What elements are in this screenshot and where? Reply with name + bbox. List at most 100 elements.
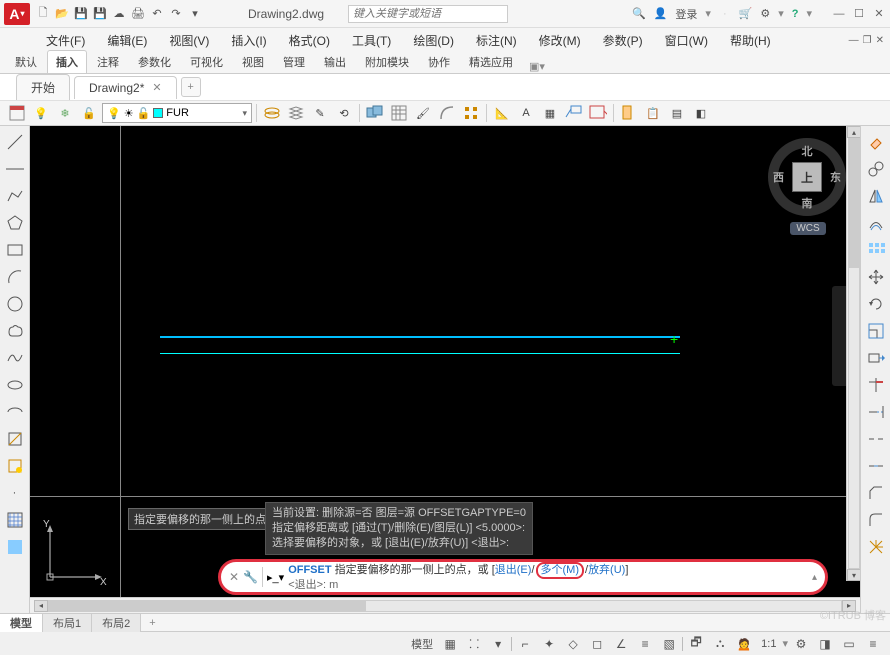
menu-edit[interactable]: 编辑(E) [97,30,157,51]
customize-status-icon[interactable]: ≡ [862,635,884,653]
file-tab-start[interactable]: 开始 [16,74,70,100]
doc-restore-icon[interactable]: ❐ [863,35,872,46]
dim-icon[interactable]: 📐 [491,102,513,124]
mirror-tool-icon[interactable] [864,184,888,208]
lwt-toggle-icon[interactable]: ≡ [634,635,656,653]
make-block-icon[interactable] [3,454,27,478]
grip-icon[interactable] [460,102,482,124]
text-icon[interactable]: A [515,102,537,124]
stretch-tool-icon[interactable] [864,346,888,370]
leader-icon[interactable] [563,102,585,124]
open-file-icon[interactable]: 📂 [53,5,71,23]
circle-tool-icon[interactable] [3,292,27,316]
ws-switch-icon[interactable]: ⚙ [790,635,812,653]
hatch-tool-icon[interactable] [3,508,27,532]
infer-toggle-icon[interactable]: ▾ [487,635,509,653]
palette-icon[interactable] [618,102,640,124]
layer-match-icon[interactable]: ✎ [309,102,331,124]
cart-icon[interactable]: 🛒 [739,7,753,20]
offset-tool-icon[interactable] [864,211,888,235]
menu-param[interactable]: 参数(P) [593,30,653,51]
ribbon-tab-manage[interactable]: 管理 [274,50,314,73]
search-input[interactable] [348,5,508,23]
layout-tab-add-icon[interactable]: + [141,616,163,630]
redo-icon[interactable]: ↷ [167,5,185,23]
new-file-icon[interactable]: 🗋 [34,5,52,23]
erase-tool-icon[interactable] [864,130,888,154]
ribbon-expand-icon[interactable]: ▣▾ [529,60,545,73]
match-prop-icon[interactable]: 🖌 [412,102,434,124]
drawing-canvas[interactable]: + 北 南 东 西 上 WCS 指定要偏移的那一侧上的点，或 61046.906… [30,126,860,597]
file-tab-drawing[interactable]: Drawing2* ✕ [74,76,177,99]
point-tool-icon[interactable]: · [3,481,27,505]
cloud-icon[interactable]: ☁ [110,5,128,23]
anno-auto-icon[interactable]: 🙍 [733,635,755,653]
app-logo[interactable]: A [4,3,30,25]
ribbon-tab-addins[interactable]: 附加模块 [356,50,418,73]
grid-toggle-icon[interactable]: ▦ [439,635,461,653]
scrollbar-vertical[interactable]: ▴ ▾ [846,126,860,581]
polygon-tool-icon[interactable] [3,211,27,235]
ortho-toggle-icon[interactable]: ⌐ [514,635,536,653]
layer-freeze-icon[interactable]: ❄ [54,102,76,124]
user-icon[interactable]: 👤 [654,7,668,20]
menu-insert[interactable]: 插入(I) [221,30,276,51]
cmdline-settings-icon[interactable]: 🔧 [243,570,258,584]
doc-minimize-icon[interactable]: — [849,35,859,46]
extend-tool-icon[interactable] [864,400,888,424]
copy-tool-icon[interactable] [864,157,888,181]
menu-draw[interactable]: 绘图(D) [403,30,464,51]
layout-tab-model[interactable]: 模型 [0,614,43,632]
rotate-tool-icon[interactable] [864,292,888,316]
ellipse-arc-icon[interactable] [3,400,27,424]
props-icon[interactable]: ▤ [666,102,688,124]
menu-view[interactable]: 视图(V) [159,30,219,51]
layer-props-icon[interactable] [6,102,28,124]
layer-dropdown[interactable]: 💡 ☀ 🔓 FUR ▾ [102,103,252,123]
snap-toggle-icon[interactable]: ⸬ [463,635,485,653]
file-tab-close-icon[interactable]: ✕ [152,81,161,94]
osnap-toggle-icon[interactable]: ◻ [586,635,608,653]
qat-dropdown-icon[interactable]: ▾ [186,5,204,23]
ribbon-tab-default[interactable]: 默认 [6,50,46,73]
menu-tools[interactable]: 工具(T) [342,30,401,51]
doc-close-icon[interactable]: ✕ [876,35,884,46]
window-minimize-icon[interactable]: — [832,7,846,21]
join-tool-icon[interactable] [864,454,888,478]
chamfer-tool-icon[interactable] [864,481,888,505]
layer-states-icon[interactable] [261,102,283,124]
insert-block-icon[interactable] [3,427,27,451]
ribbon-tab-featured[interactable]: 精选应用 [460,50,522,73]
ribbon-tab-annotate[interactable]: 注释 [88,50,128,73]
add-file-tab-icon[interactable]: + [181,77,201,97]
sheet-icon[interactable]: 📋 [642,102,664,124]
line-tool-icon[interactable] [3,130,27,154]
layout-tab-2[interactable]: 布局2 [92,614,141,632]
rect-tool-icon[interactable] [3,238,27,262]
dc-icon[interactable]: ◧ [690,102,712,124]
ellipse-tool-icon[interactable] [3,373,27,397]
viewcube[interactable]: 北 南 东 西 上 WCS [768,138,848,238]
gradient-tool-icon[interactable] [3,535,27,559]
anno-scale[interactable]: 1:1 [757,638,780,650]
layer-prev-icon[interactable]: ⟲ [333,102,355,124]
anno-vis-icon[interactable]: ⛬ [709,635,731,653]
layer-on-icon[interactable]: 💡 [30,102,52,124]
scale-tool-icon[interactable] [864,319,888,343]
wcs-badge[interactable]: WCS [790,222,825,235]
help-icon[interactable]: ? [792,8,799,20]
plot-icon[interactable]: 🖨 [129,5,147,23]
menu-modify[interactable]: 修改(M) [529,30,591,51]
cmdline-close-icon[interactable]: ✕ [229,570,239,584]
ribbon-tab-output[interactable]: 输出 [315,50,355,73]
ribbon-tab-parametric[interactable]: 参数化 [129,50,180,73]
menu-window[interactable]: 窗口(W) [655,30,718,51]
cycle-icon[interactable]: 🗗 [685,635,707,653]
login-label[interactable]: 登录 [675,6,697,22]
viewcube-top-face[interactable]: 上 [792,162,822,192]
fillet-tool-icon[interactable] [864,508,888,532]
share-icon[interactable]: ⚙ [760,7,770,20]
arc-tool-icon[interactable] [3,265,27,289]
revcloud-tool-icon[interactable] [3,319,27,343]
cloud-icon[interactable] [587,102,609,124]
